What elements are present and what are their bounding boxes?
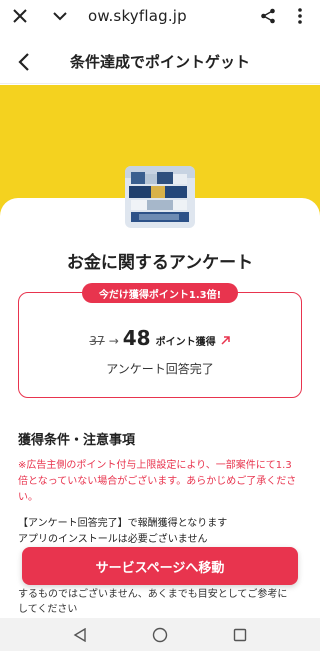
tail-line: してください [18, 604, 78, 615]
body-line: 【アンケート回答完了】で報酬獲得となります [18, 518, 228, 529]
back-triangle-icon[interactable] [70, 625, 90, 645]
old-points: 37 [89, 334, 105, 348]
page-title: 条件達成でポイントゲット [69, 53, 250, 71]
recents-square-icon[interactable] [230, 625, 250, 645]
up-right-arrow-icon [221, 330, 231, 345]
points-label: ポイント獲得 [155, 337, 216, 348]
chevron-left-icon[interactable] [12, 50, 36, 74]
survey-title: お金に関するアンケート [66, 253, 254, 273]
conditions-heading: 獲得条件・注意事項 [18, 433, 136, 448]
conditions-body: 【アンケート回答完了】で報酬獲得となります アプリのインストールは必要ございませ… [18, 516, 304, 548]
page-header: 条件達成でポイントゲット [0, 40, 320, 84]
conditions-tail: するものではございません、あくまでも目安としてご参考に してください [18, 587, 304, 617]
reward-points: 37 → 48 ポイント獲得 [0, 326, 320, 350]
notice-line: い。 [18, 492, 38, 503]
more-vertical-icon[interactable] [284, 0, 316, 32]
reward-condition: アンケート回答完了 [106, 362, 214, 376]
chevron-down-icon[interactable] [44, 0, 76, 32]
notice-line: ※広告主側のポイント付与上限設定により、一部案件にて1.3 [18, 460, 292, 471]
body-line: アプリのインストールは必要ございません [18, 534, 208, 545]
home-circle-icon[interactable] [150, 625, 170, 645]
arrow-icon: → [108, 334, 119, 348]
go-to-service-button[interactable]: サービスページへ移動 [22, 547, 298, 585]
tail-line: するものではございません、あくまでも目安としてご参考に [18, 589, 288, 600]
close-icon[interactable] [4, 0, 36, 32]
bonus-banner: 今だけ獲得ポイント1.3倍! [82, 283, 238, 303]
conditions-notice: ※広告主側のポイント付与上限設定により、一部案件にて1.3 倍となっていない場合… [18, 458, 304, 506]
browser-toolbar: ow.skyflag.jp [0, 0, 320, 32]
app-icon [125, 166, 195, 228]
notice-line: 倍となっていない場合がございます。あらかじめご了承くださ [18, 476, 297, 487]
new-points: 48 [122, 326, 151, 350]
system-nav-bar [0, 618, 320, 651]
share-icon[interactable] [252, 0, 284, 32]
url-text[interactable]: ow.skyflag.jp [88, 7, 252, 25]
